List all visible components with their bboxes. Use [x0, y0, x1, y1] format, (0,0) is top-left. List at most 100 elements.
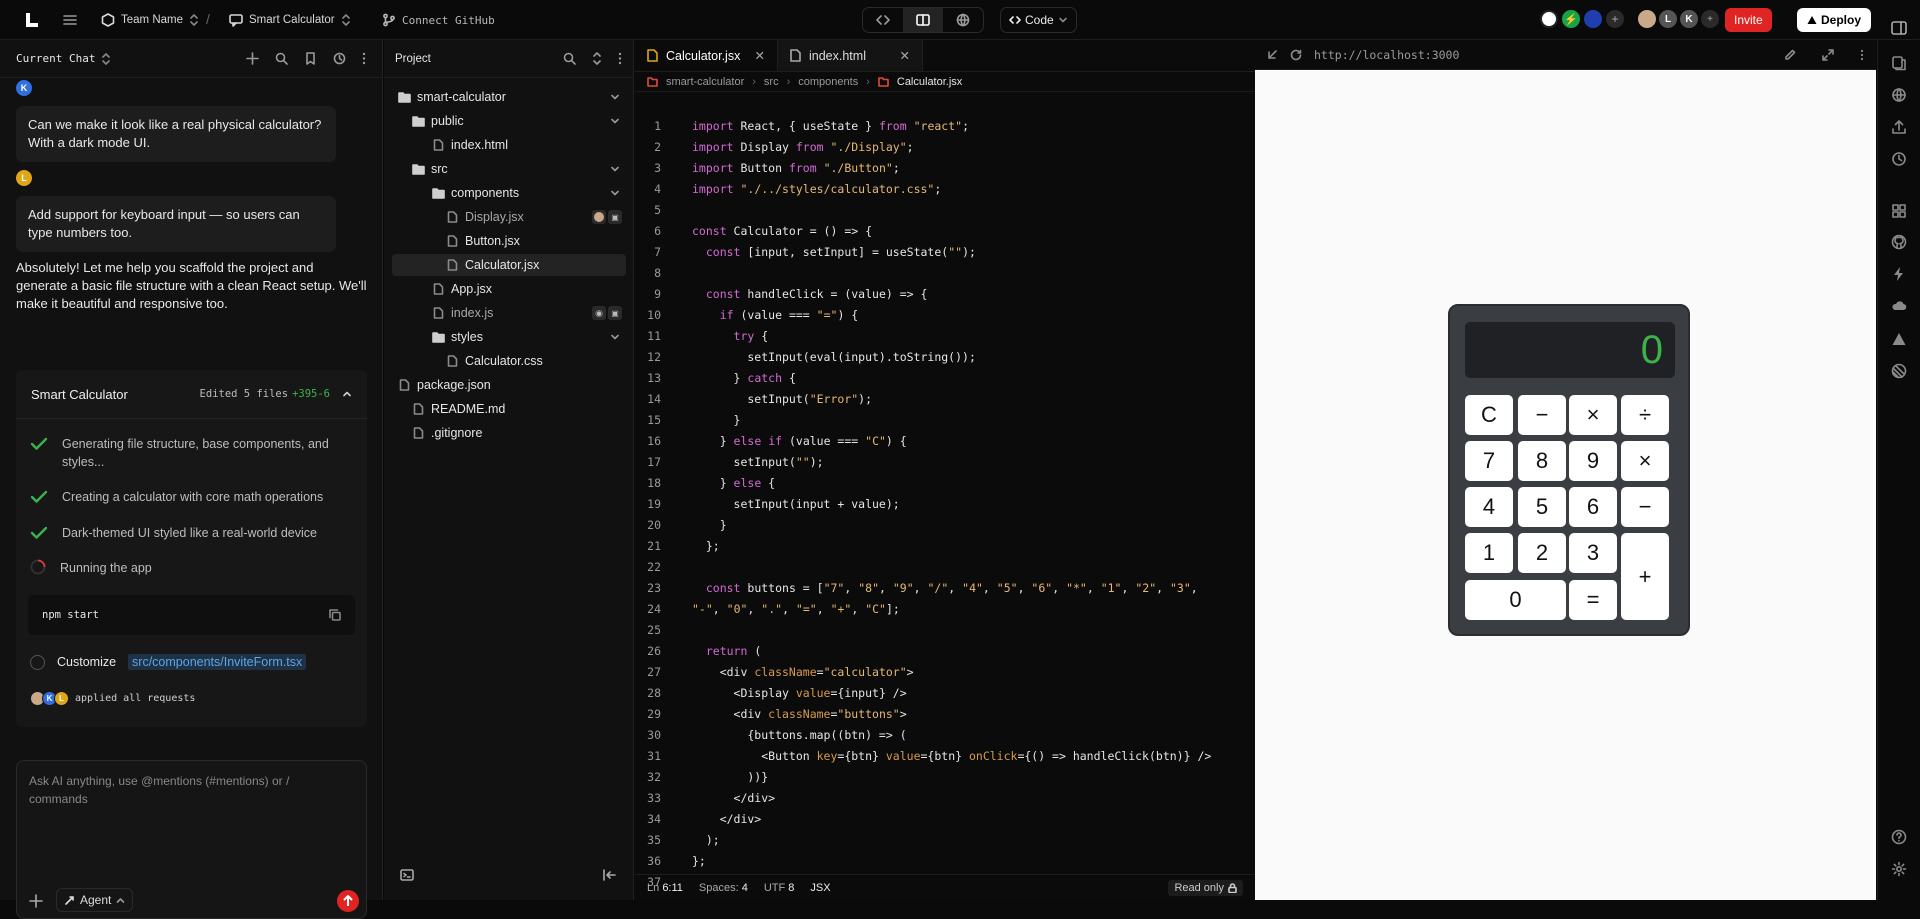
tree-item[interactable]: Button.jsx — [392, 230, 626, 252]
code-dropdown[interactable]: Code — [1000, 7, 1077, 33]
lightning-icon[interactable] — [1891, 266, 1907, 282]
code-line[interactable]: setInput(input + value); — [692, 497, 900, 511]
code-line[interactable]: } else if (value === "C") { — [692, 434, 907, 448]
add-integration-icon[interactable]: + — [1606, 10, 1624, 28]
tree-item[interactable]: smart-calculator — [392, 86, 626, 108]
code-line[interactable]: const [input, setInput] = useState(""); — [692, 245, 976, 259]
split-view-icon[interactable] — [903, 8, 943, 32]
calculator-key[interactable]: 1 — [1465, 533, 1513, 573]
breadcrumb-item[interactable]: smart-calculator — [666, 76, 744, 88]
calculator-key[interactable]: C — [1465, 395, 1513, 435]
breadcrumb-item[interactable]: src — [764, 76, 779, 88]
code-line[interactable]: const buttons = ["7", "8", "9", "/", "4"… — [692, 581, 1198, 595]
code-line[interactable]: try { — [692, 329, 769, 343]
copy-icon[interactable] — [329, 609, 341, 621]
breadcrumb-item[interactable]: components — [798, 76, 858, 88]
history-icon[interactable] — [333, 52, 346, 65]
back-arrow-icon[interactable] — [1267, 49, 1278, 60]
history-icon[interactable] — [1891, 151, 1907, 167]
calculator-key[interactable]: 0 — [1465, 580, 1566, 620]
expand-icon[interactable] — [1822, 48, 1834, 61]
code-line[interactable]: }; — [692, 854, 706, 868]
sidebar-toggle-icon[interactable] — [1891, 20, 1907, 36]
more-icon[interactable] — [618, 52, 622, 65]
tree-item[interactable]: Display.jsx ▣ — [392, 206, 626, 228]
code-line[interactable]: <div className="buttons"> — [692, 707, 907, 721]
deploy-button[interactable]: Deploy — [1797, 8, 1872, 32]
settings-icon[interactable] — [1891, 861, 1907, 877]
help-icon[interactable] — [1891, 829, 1907, 845]
tree-item[interactable]: Calculator.jsx — [392, 254, 626, 276]
code-line[interactable]: </div> — [692, 812, 762, 826]
code-line[interactable]: } else { — [692, 476, 775, 490]
chat-title[interactable]: Current Chat — [16, 52, 95, 65]
supabase-integration-icon[interactable]: ⚡ — [1562, 10, 1580, 28]
send-button[interactable] — [337, 890, 359, 912]
code-view-icon[interactable] — [863, 8, 903, 32]
code-line[interactable]: <Display value={input} /> — [692, 686, 907, 700]
encoding[interactable]: UTF 8 — [764, 882, 795, 894]
code-line[interactable]: ))} — [692, 770, 768, 784]
add-collaborator-icon[interactable]: + — [1701, 10, 1719, 28]
search-icon[interactable] — [563, 52, 576, 65]
connect-github-button[interactable]: Connect GitHub — [382, 13, 495, 27]
team-selector[interactable]: Team Name — [101, 13, 199, 27]
refresh-icon[interactable] — [1290, 49, 1302, 61]
globe-view-icon[interactable] — [943, 8, 983, 32]
project-selector[interactable]: Smart Calculator — [229, 13, 351, 27]
sort-icon[interactable] — [592, 52, 602, 65]
plus-icon[interactable] — [246, 52, 259, 65]
more-icon[interactable] — [1860, 49, 1864, 61]
triangle-icon[interactable] — [1891, 331, 1907, 347]
code-line[interactable]: } — [692, 413, 741, 427]
calculator-key[interactable]: + — [1621, 533, 1669, 620]
close-icon[interactable]: ✕ — [755, 48, 765, 63]
calculator-key[interactable]: − — [1518, 395, 1566, 435]
code-line[interactable]: </div> — [692, 791, 776, 805]
stripes-icon[interactable] — [1891, 363, 1907, 379]
avatar-photo[interactable] — [1638, 10, 1656, 28]
avatar[interactable]: K — [1680, 10, 1698, 28]
chevron-down-icon[interactable] — [610, 116, 620, 126]
chat-input[interactable]: Ask AI anything, use @mentions (#mention… — [16, 760, 367, 919]
github-integration-icon[interactable] — [1540, 10, 1558, 28]
chevron-up-icon[interactable] — [342, 389, 352, 399]
edit-icon[interactable] — [1784, 49, 1796, 61]
code-line[interactable]: import "./../styles/calculator.css"; — [692, 182, 941, 196]
card-header[interactable]: Smart Calculator Edited 5 files +395-6 — [16, 370, 367, 419]
indent-setting[interactable]: Spaces: 4 — [699, 882, 748, 894]
calculator-key[interactable]: 4 — [1465, 487, 1513, 527]
tab-index-html[interactable]: index.html ✕ — [778, 40, 923, 71]
calculator-key[interactable]: ÷ — [1621, 395, 1669, 435]
code-line[interactable]: }; — [692, 539, 720, 553]
code-line[interactable]: ); — [692, 833, 720, 847]
tree-item[interactable]: App.jsx — [392, 278, 626, 300]
breadcrumb-item[interactable]: Calculator.jsx — [897, 76, 962, 88]
tree-item[interactable]: styles — [392, 326, 626, 348]
agent-selector[interactable]: Agent — [56, 888, 134, 912]
chevron-down-icon[interactable] — [610, 164, 620, 174]
calculator-key[interactable]: × — [1569, 395, 1617, 435]
code-line[interactable]: setInput("Error"); — [692, 392, 872, 406]
code-line[interactable]: setInput(""); — [692, 455, 824, 469]
calculator-key[interactable]: 6 — [1569, 487, 1617, 527]
calculator-key[interactable]: − — [1621, 487, 1669, 527]
code-line[interactable]: return ( — [692, 644, 761, 658]
terminal-icon[interactable] — [400, 869, 414, 881]
github-icon[interactable] — [1891, 234, 1907, 250]
pages-icon[interactable] — [1891, 55, 1907, 71]
app-logo[interactable] — [24, 12, 40, 28]
code-line[interactable]: "-", "0", ".", "=", "+", "C"]; — [692, 602, 900, 616]
code-line[interactable]: {buttons.map((btn) => ( — [692, 728, 906, 742]
avatar[interactable]: L — [1659, 10, 1677, 28]
search-icon[interactable] — [275, 52, 288, 65]
chevron-down-icon[interactable] — [610, 92, 620, 102]
code-line[interactable]: if (value === "=") { — [692, 308, 859, 322]
code-line[interactable]: const Calculator = () => { — [692, 224, 872, 238]
code-line[interactable]: <div className="calculator"> — [692, 665, 914, 679]
globe-icon[interactable] — [1891, 87, 1907, 103]
tree-item[interactable]: package.json — [392, 374, 626, 396]
code-line[interactable]: setInput(eval(input).toString()); — [692, 350, 976, 364]
chat-input-placeholder[interactable]: Ask AI anything, use @mentions (#mention… — [29, 772, 329, 808]
tree-item[interactable]: Calculator.css — [392, 350, 626, 372]
